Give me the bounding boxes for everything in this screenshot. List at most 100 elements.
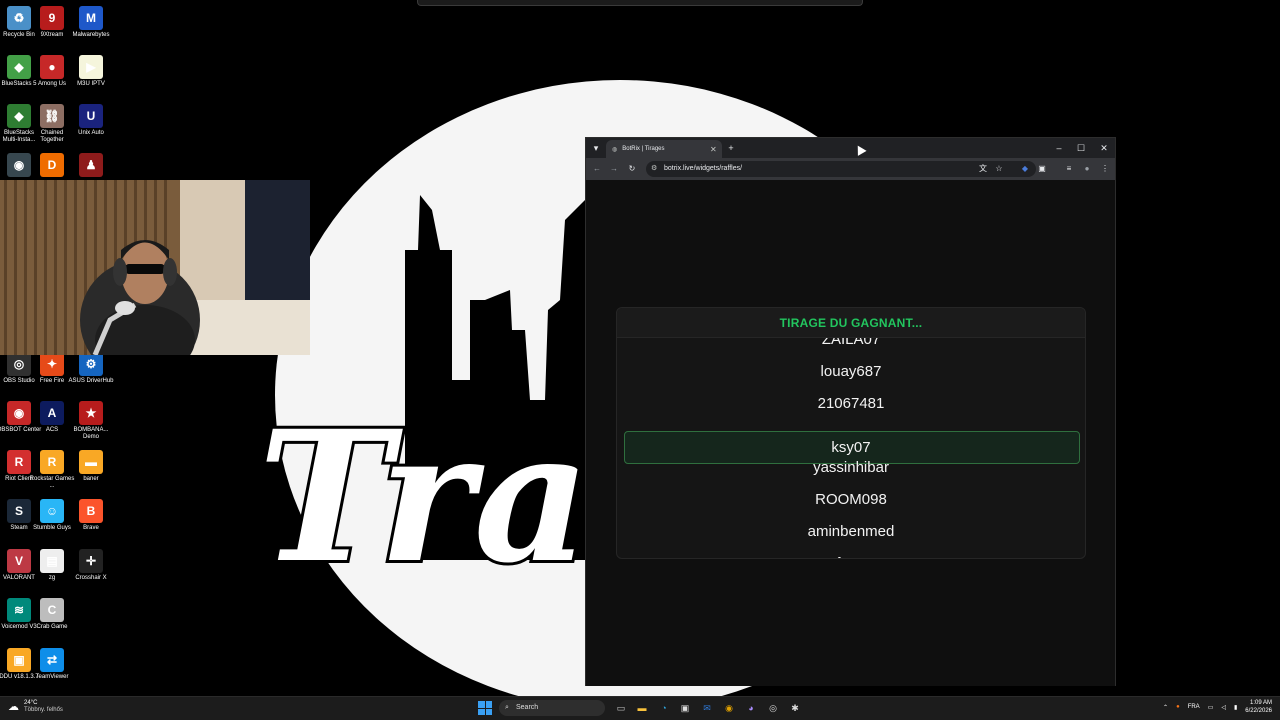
- desktop-icon[interactable]: ★ BOMBANA... Demo: [68, 401, 114, 441]
- desktop-icon[interactable]: B Brave: [68, 499, 114, 532]
- system-tray: ⌃ ● FRA ▭ ◁ ▮ 1:09 AM 6/22/2026: [1163, 699, 1272, 715]
- desktop-icon-label: Malwarebytes: [72, 32, 110, 38]
- discord-icon[interactable]: ◕: [743, 700, 759, 716]
- tab-title: BotRix | Tirages: [622, 146, 665, 152]
- tab-search-chevron-icon[interactable]: ▾: [589, 141, 603, 155]
- desktop-icon[interactable]: ⇄ TeamViewer: [29, 648, 75, 681]
- desktop-icon-label: Crab Game: [36, 624, 68, 630]
- search-icon: ⌕: [505, 704, 509, 711]
- taskbar: ☁ 24°C Többny. felhős ⌕ Search ▭ ▬ ◔ ▣ ✉…: [0, 696, 1280, 720]
- microphone-icon[interactable]: ●: [1176, 704, 1180, 710]
- desktop-app-icon: R: [7, 450, 31, 474]
- desktop-app-icon: ◆: [7, 55, 31, 79]
- desktop-icon[interactable]: U Unix Auto: [68, 104, 114, 137]
- desktop-app-icon: ♟: [79, 153, 103, 177]
- menu-kebab-icon[interactable]: ⋮: [1098, 162, 1112, 176]
- desktop-icon[interactable]: ⚙ ASUS DriverHub: [68, 352, 114, 385]
- webcam-overlay: [0, 180, 310, 355]
- desktop-app-icon: ▬: [79, 450, 103, 474]
- desktop-app-icon: M: [79, 6, 103, 30]
- desktop-app-icon: A: [40, 401, 64, 425]
- desktop-app-icon: ●: [40, 55, 64, 79]
- close-window-button[interactable]: ✕: [1097, 141, 1111, 155]
- battery-icon[interactable]: ▮: [1234, 704, 1237, 711]
- desktop-icon[interactable]: ✛ Crosshair X: [68, 549, 114, 582]
- start-windows-icon[interactable]: [478, 701, 492, 715]
- wallpaper-text: Tra: [258, 392, 590, 603]
- desktop-app-icon: ◉: [7, 153, 31, 177]
- bookmark-star-icon[interactable]: ☆: [992, 162, 1006, 176]
- desktop-icon-label: ASUS DriverHub: [68, 378, 114, 384]
- tab-strip: ▾ ◍ BotRix | Tirages ✕ + – ☐ ✕: [586, 138, 1115, 158]
- search-placeholder: Search: [516, 704, 539, 711]
- raffle-name: ZAILA07: [821, 338, 881, 348]
- desktop-app-icon: ⇄: [40, 648, 64, 672]
- desktop-app-icon: V: [7, 549, 31, 573]
- media-controls-icon[interactable]: ≡: [1062, 162, 1076, 176]
- desktop-icon[interactable]: ▶ M3U IPTV: [68, 55, 114, 88]
- webcam-image: [0, 180, 310, 355]
- forward-icon[interactable]: →: [607, 162, 621, 176]
- desktop-app-icon: ≋: [7, 598, 31, 622]
- weather-widget[interactable]: ☁ 24°C Többny. felhős: [8, 700, 63, 714]
- desktop-app-icon: ◆: [7, 104, 31, 128]
- desktop-app-icon: 9: [40, 6, 64, 30]
- profile-avatar-icon[interactable]: ●: [1080, 162, 1094, 176]
- raffle-name: f_09: [617, 548, 1085, 558]
- desktop-icon[interactable]: C Crab Game: [29, 598, 75, 631]
- desktop-icon[interactable]: ▬ baner: [68, 450, 114, 483]
- raffle-names-list: ZAILA07 louay687 21067481 ksy07 yassinhi…: [617, 338, 1085, 558]
- app-icon[interactable]: ✱: [787, 700, 803, 716]
- store-icon[interactable]: ▣: [677, 700, 693, 716]
- desktop-app-icon: ♻: [7, 6, 31, 30]
- clock[interactable]: 1:09 AM 6/22/2026: [1245, 699, 1272, 715]
- obs-icon[interactable]: ◎: [765, 700, 781, 716]
- desktop-app-icon: D: [40, 153, 64, 177]
- edge-icon[interactable]: ◔: [656, 700, 672, 716]
- tab-close-icon[interactable]: ✕: [710, 145, 722, 154]
- desktop-app-icon: ☺: [40, 499, 64, 523]
- taskbar-search-input[interactable]: ⌕ Search: [499, 700, 605, 716]
- extension-icon[interactable]: ◆: [1018, 162, 1032, 176]
- desktop-app-icon: ▤: [40, 549, 64, 573]
- raffle-heading: TIRAGE DU GAGNANT...: [617, 308, 1085, 338]
- raffle-widget: TIRAGE DU GAGNANT... ZAILA07 louay687 21…: [616, 307, 1086, 559]
- desktop-icon-label: Brave: [83, 525, 99, 531]
- reload-icon[interactable]: ↻: [625, 162, 639, 176]
- new-tab-button[interactable]: +: [724, 141, 738, 155]
- desktop-app-icon: ⚙: [79, 352, 103, 376]
- volume-icon[interactable]: ◁: [1221, 704, 1226, 711]
- desktop-icon-label: TeamViewer: [35, 674, 69, 680]
- desktop-icon[interactable]: M Malwarebytes: [68, 6, 114, 39]
- desktop-icon-label: BOMBANA... Demo: [73, 427, 109, 440]
- desktop-app-icon: S: [7, 499, 31, 523]
- desktop-app-icon: ★: [79, 401, 103, 425]
- site-info-icon[interactable]: ⚙: [651, 161, 657, 177]
- cloud-moon-icon: ☁: [8, 700, 19, 713]
- extensions-puzzle-icon[interactable]: ▣: [1035, 162, 1049, 176]
- desktop-app-icon: B: [79, 499, 103, 523]
- raffle-name: louay687: [820, 363, 882, 380]
- mail-icon[interactable]: ✉: [699, 700, 715, 716]
- network-icon[interactable]: ▭: [1208, 704, 1214, 711]
- top-search-bar[interactable]: [417, 0, 863, 6]
- language-indicator[interactable]: FRA: [1188, 704, 1200, 710]
- tab-botrix[interactable]: ◍ BotRix | Tirages ✕: [606, 140, 722, 158]
- desktop: Tra ♻ Recycle Bin 9 9Xtream M Malwarebytes ◆ Bl…: [0, 0, 1280, 696]
- tab-favicon-icon: ◍: [612, 146, 618, 153]
- translate-icon[interactable]: 文: [976, 162, 990, 176]
- minimize-button[interactable]: –: [1052, 141, 1066, 155]
- maximize-button[interactable]: ☐: [1074, 141, 1088, 155]
- task-view-icon[interactable]: ▭: [613, 700, 629, 716]
- desktop-icon[interactable]: ♟: [68, 153, 114, 179]
- window-dark: [245, 180, 310, 300]
- desktop-app-icon: ◎: [7, 352, 31, 376]
- desktop-icon-label: M3U IPTV: [77, 81, 105, 87]
- file-explorer-icon[interactable]: ▬: [634, 700, 650, 716]
- desktop-icon-label: baner: [83, 476, 99, 482]
- date: 6/22/2026: [1245, 708, 1272, 714]
- back-icon[interactable]: ←: [590, 162, 604, 176]
- chrome-icon[interactable]: ◉: [721, 700, 737, 716]
- tray-chevron-up-icon[interactable]: ⌃: [1163, 704, 1168, 711]
- desktop-app-icon: C: [40, 598, 64, 622]
